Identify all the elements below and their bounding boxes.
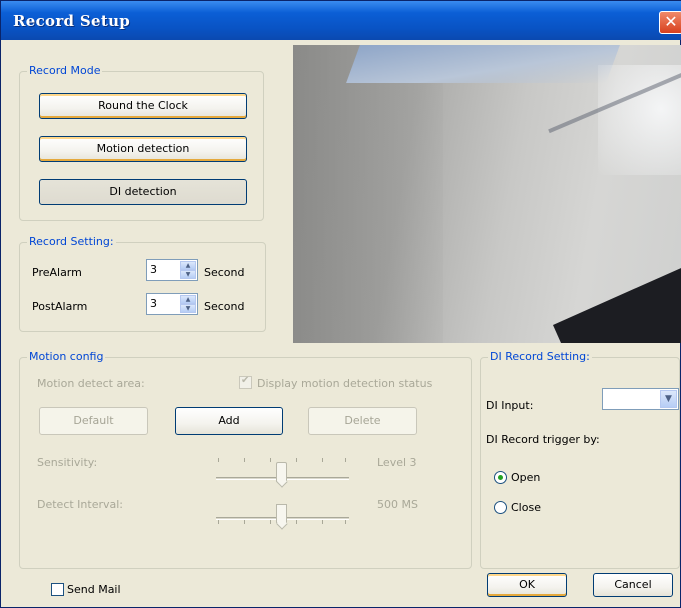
di-detection-button[interactable]: DI detection [39, 179, 247, 205]
detect-interval-value: 500 MS [377, 498, 418, 511]
close-radio-label: Close [511, 501, 541, 514]
spin-up-icon[interactable]: ▲ [180, 261, 196, 270]
display-status-label: Display motion detection status [257, 377, 433, 390]
video-preview [293, 45, 681, 343]
spin-down-icon[interactable]: ▼ [180, 270, 196, 279]
postalarm-stepper[interactable]: 3 ▲ ▼ [146, 293, 198, 315]
cancel-button[interactable]: Cancel [593, 573, 673, 597]
record-setting-label: Record Setting: [27, 235, 116, 248]
sensitivity-label: Sensitivity: [37, 456, 98, 469]
prealarm-unit: Second [204, 266, 245, 279]
di-input-select[interactable]: ▼ [602, 388, 679, 410]
detect-interval-label: Detect Interval: [37, 498, 124, 511]
delete-button[interactable]: Delete [308, 407, 417, 435]
open-radio-label: Open [511, 471, 541, 484]
prealarm-stepper[interactable]: 3 ▲ ▼ [146, 259, 198, 281]
prealarm-label: PreAlarm [32, 266, 82, 279]
sensitivity-thumb[interactable] [276, 462, 287, 482]
sensitivity-slider[interactable] [213, 456, 351, 486]
record-setup-dialog: Record Setup ✕ Record Mode Round the Clo… [0, 0, 681, 608]
di-input-label: DI Input: [486, 399, 534, 412]
open-radio[interactable] [494, 471, 507, 484]
close-radio[interactable] [494, 501, 507, 514]
display-status-checkbox[interactable] [239, 375, 252, 389]
postalarm-value: 3 [150, 297, 157, 310]
postalarm-label: PostAlarm [32, 300, 88, 313]
motion-detect-area-label: Motion detect area: [37, 377, 145, 390]
spin-down-icon[interactable]: ▼ [180, 304, 196, 313]
close-icon[interactable]: ✕ [659, 11, 681, 34]
send-mail-label: Send Mail [67, 583, 121, 596]
spin-up-icon[interactable]: ▲ [180, 295, 196, 304]
record-setting-group: Record Setting: [19, 235, 266, 332]
round-the-clock-button[interactable]: Round the Clock [39, 93, 247, 119]
window-title: Record Setup [13, 12, 131, 30]
default-button[interactable]: Default [39, 407, 148, 435]
title-bar[interactable]: Record Setup ✕ [1, 1, 681, 40]
prealarm-spin-buttons: ▲ ▼ [180, 261, 196, 279]
chevron-down-icon[interactable]: ▼ [660, 390, 677, 408]
postalarm-spin-buttons: ▲ ▼ [180, 295, 196, 313]
add-button[interactable]: Add [175, 407, 283, 435]
send-mail-checkbox[interactable] [51, 583, 64, 596]
record-mode-label: Record Mode [27, 64, 103, 77]
detect-interval-slider[interactable] [213, 498, 351, 528]
di-trigger-label: DI Record trigger by: [486, 433, 600, 446]
prealarm-value: 3 [150, 263, 157, 276]
di-record-label: DI Record Setting: [488, 350, 592, 363]
motion-detection-button[interactable]: Motion detection [39, 136, 247, 162]
detect-interval-thumb[interactable] [276, 504, 287, 524]
ok-button[interactable]: OK [487, 573, 567, 597]
sensitivity-value: Level 3 [377, 456, 417, 469]
postalarm-unit: Second [204, 300, 245, 313]
motion-config-label: Motion config [27, 350, 106, 363]
